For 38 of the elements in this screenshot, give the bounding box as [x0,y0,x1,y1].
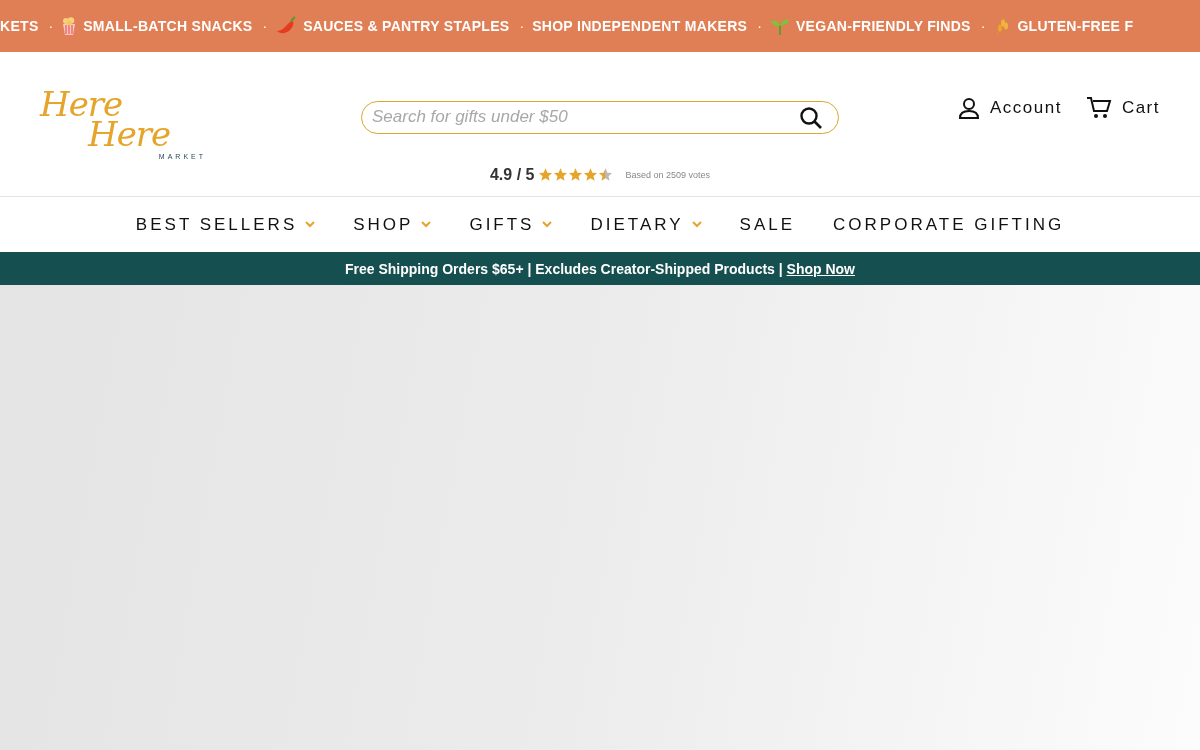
nav-link[interactable]: GIFTS [469,214,553,235]
separator-dot: · [757,18,762,34]
rating-votes: Based on 2509 votes [625,169,711,180]
ticker-text: GLUTEN-FREE F [1017,18,1134,34]
chevron-down-icon [542,221,553,228]
ticker-text: KETS [0,18,39,34]
ticker-text: SAUCES & PANTRY STAPLES [303,18,510,34]
nav-link[interactable]: CORPORATE GIFTING [833,214,1065,235]
chevron-down-icon [421,221,432,228]
ticker-text: VEGAN-FRIENDLY FINDS [795,18,971,34]
ticker-text: SMALL-BATCH SNACKS [83,18,253,34]
star-icon [553,167,569,182]
nav-link[interactable]: BEST SELLERS [135,214,316,235]
separator-dot: · [980,18,986,34]
chevron-down-icon [691,221,702,228]
star-icon [568,167,584,182]
search-icon[interactable] [799,105,823,130]
separator-dot: · [519,18,525,34]
nav-link[interactable]: SALE [739,214,796,235]
star-icon [583,167,599,182]
account-link[interactable]: Account [957,97,1062,119]
star-icon [538,167,554,182]
search-field[interactable]: Search for gifts under $50 [361,100,839,134]
separator-dot: · [48,18,54,34]
shop-now-link[interactable]: Shop Now [786,260,855,277]
user-icon [957,97,980,119]
shipping-message: Free Shipping Orders $65+ | Excludes Creator-Shipped Products | Shop Now [345,260,855,277]
rating-score: 4.9 / 5 [489,165,535,184]
chili-pepper-icon [275,16,298,36]
star-icon [598,167,614,182]
popcorn-icon [61,16,78,36]
ticker-text: SHOP INDEPENDENT MAKERS [532,18,748,34]
separator-dot: · [262,18,268,34]
chevron-down-icon [305,221,316,228]
cart-icon [1085,96,1112,120]
nav-link[interactable]: DIETARY [590,214,702,235]
nav-link[interactable]: SHOP [353,214,432,235]
cart-link[interactable]: Cart [1085,96,1160,120]
